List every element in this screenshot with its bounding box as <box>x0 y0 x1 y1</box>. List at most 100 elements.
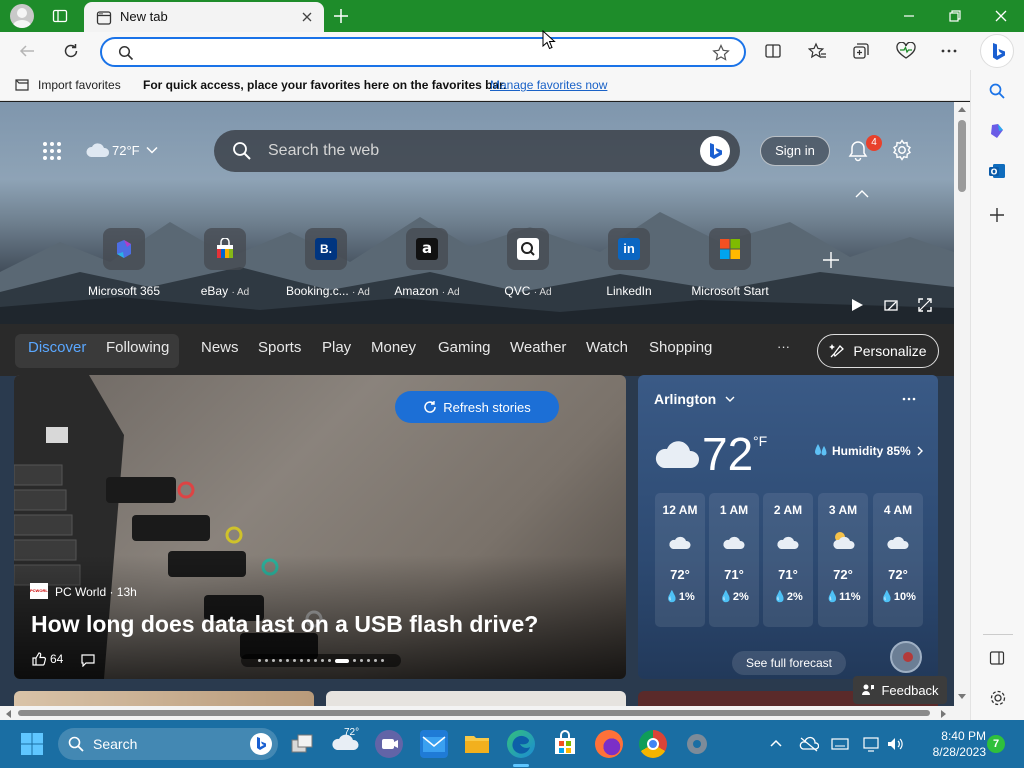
tab-discover[interactable]: Discover <box>28 339 86 356</box>
split-screen-icon[interactable] <box>764 42 782 60</box>
bing-chat-icon[interactable] <box>700 136 730 166</box>
minimize-icon[interactable] <box>902 9 916 23</box>
settings-gear-app-icon[interactable] <box>683 730 711 758</box>
task-view-icon[interactable] <box>290 732 314 756</box>
add-favorite-star-icon[interactable] <box>712 44 730 62</box>
story-headline[interactable]: How long does data last on a USB flash d… <box>31 611 538 638</box>
scroll-left-arrow-icon[interactable] <box>4 709 12 719</box>
more-menu-icon[interactable] <box>940 42 958 60</box>
scroll-right-arrow-icon[interactable] <box>940 709 948 719</box>
page-settings-gear-icon[interactable] <box>891 139 913 161</box>
weather-card[interactable]: Arlington 72 °F Humidity 85% 12 AM 72° 💧… <box>638 375 938 679</box>
like-button[interactable]: 64 <box>32 652 63 666</box>
mail-icon[interactable] <box>420 730 448 758</box>
carousel-dot[interactable] <box>279 659 282 662</box>
comment-icon[interactable] <box>81 653 95 667</box>
weather-location-selector[interactable]: Arlington <box>654 391 736 407</box>
address-input[interactable] <box>146 43 686 61</box>
keyboard-input-icon[interactable] <box>831 737 849 751</box>
personalize-button[interactable]: Personalize <box>817 334 939 368</box>
vertical-scrollbar[interactable] <box>954 102 970 706</box>
notification-center-badge[interactable]: 7 <box>987 735 1005 753</box>
carousel-dot[interactable] <box>381 659 384 662</box>
carousel-dot[interactable] <box>293 659 296 662</box>
carousel-dot[interactable] <box>272 659 275 662</box>
close-window-icon[interactable] <box>994 9 1008 23</box>
restore-icon[interactable] <box>948 9 962 23</box>
add-quicklink-icon[interactable] <box>822 251 840 269</box>
profile-avatar-icon[interactable] <box>10 4 34 28</box>
new-tab-button[interactable] <box>332 7 350 25</box>
carousel-dots[interactable] <box>241 654 401 667</box>
weather-radar-thumbnail[interactable] <box>890 641 922 673</box>
refresh-stories-button[interactable]: Refresh stories <box>395 391 559 423</box>
file-explorer-icon[interactable] <box>463 730 491 758</box>
carousel-dot-active[interactable] <box>335 658 349 663</box>
carousel-dot[interactable] <box>300 659 303 662</box>
bing-copilot-icon[interactable] <box>980 34 1014 68</box>
carousel-dot[interactable] <box>374 659 377 662</box>
sidebar-settings-icon[interactable] <box>989 689 1007 707</box>
scroll-down-arrow-icon[interactable] <box>957 693 967 701</box>
carousel-dot[interactable] <box>265 659 268 662</box>
collapse-chevron-up-icon[interactable] <box>854 188 870 200</box>
web-search-box[interactable]: Search the web <box>214 130 740 172</box>
start-windows-icon[interactable] <box>20 732 44 756</box>
carousel-dot[interactable] <box>360 659 363 662</box>
carousel-dot[interactable] <box>328 659 331 662</box>
tab-shopping[interactable]: Shopping <box>649 339 712 356</box>
onedrive-icon[interactable] <box>799 736 819 752</box>
expand-icon[interactable] <box>918 298 932 312</box>
apps-launcher-icon[interactable] <box>42 141 62 161</box>
favorites-icon[interactable] <box>808 42 826 60</box>
tab-money[interactable]: Money <box>371 339 416 356</box>
collections-icon[interactable] <box>852 42 870 60</box>
taskbar-weather-widget[interactable]: 72° <box>330 727 360 752</box>
weather-more-icon[interactable] <box>902 397 916 401</box>
carousel-dot[interactable] <box>314 659 317 662</box>
close-tab-icon[interactable] <box>300 10 314 24</box>
tab-new-tab[interactable]: New tab <box>84 2 324 32</box>
chrome-icon[interactable] <box>639 730 667 758</box>
import-favorites-button[interactable]: Import favorites <box>38 78 121 92</box>
tab-gaming[interactable]: Gaming <box>438 339 491 356</box>
address-bar[interactable] <box>100 37 746 67</box>
tab-sports[interactable]: Sports <box>258 339 301 356</box>
edit-background-icon[interactable] <box>884 298 898 312</box>
humidity-link[interactable]: Humidity 85% <box>814 443 925 459</box>
manage-favorites-link[interactable]: Manage favorites now <box>490 78 607 92</box>
story-card-partial[interactable] <box>14 691 314 706</box>
more-tabs-button[interactable]: ··· <box>777 339 790 354</box>
taskbar-search-box[interactable]: Search <box>58 728 278 760</box>
horizontal-scroll-thumb[interactable] <box>18 710 930 716</box>
quicklink-amazon[interactable]: a Amazon · Ad <box>387 228 467 298</box>
tab-watch[interactable]: Watch <box>586 339 628 356</box>
vertical-scroll-thumb[interactable] <box>958 120 966 192</box>
quicklink-linkedin[interactable]: in LinkedIn <box>589 228 669 298</box>
sidebar-search-icon[interactable] <box>988 82 1006 100</box>
quicklink-ebay[interactable]: eBay · Ad <box>185 228 265 298</box>
carousel-dot[interactable] <box>258 659 261 662</box>
taskbar-clock[interactable]: 8:40 PM 8/28/2023 <box>916 728 986 760</box>
carousel-dot[interactable] <box>321 659 324 662</box>
see-full-forecast-button[interactable]: See full forecast <box>732 651 846 675</box>
sidebar-copilot-icon[interactable] <box>988 122 1006 140</box>
sidebar-outlook-icon[interactable]: O <box>988 162 1006 180</box>
carousel-dot[interactable] <box>367 659 370 662</box>
quicklink-microsoft-start[interactable]: Microsoft Start <box>690 228 770 298</box>
teams-chat-icon[interactable] <box>375 730 403 758</box>
microsoft-store-icon[interactable] <box>551 730 579 758</box>
featured-story-card[interactable]: Refresh stories PCWORLD PC World · 13h H… <box>14 375 626 679</box>
scroll-up-arrow-icon[interactable] <box>957 105 967 113</box>
network-icon[interactable] <box>863 736 881 752</box>
horizontal-scrollbar[interactable] <box>0 706 970 720</box>
play-background-icon[interactable] <box>850 298 864 312</box>
show-hidden-icons-chevron[interactable] <box>769 738 783 748</box>
volume-icon[interactable] <box>886 736 904 752</box>
carousel-dot[interactable] <box>286 659 289 662</box>
feedback-button[interactable]: Feedback <box>853 676 947 704</box>
quicklink-qvc[interactable]: QVC · Ad <box>488 228 568 298</box>
tab-play[interactable]: Play <box>322 339 351 356</box>
hide-sidebar-icon[interactable] <box>989 650 1005 666</box>
edge-browser-icon[interactable] <box>507 730 535 758</box>
